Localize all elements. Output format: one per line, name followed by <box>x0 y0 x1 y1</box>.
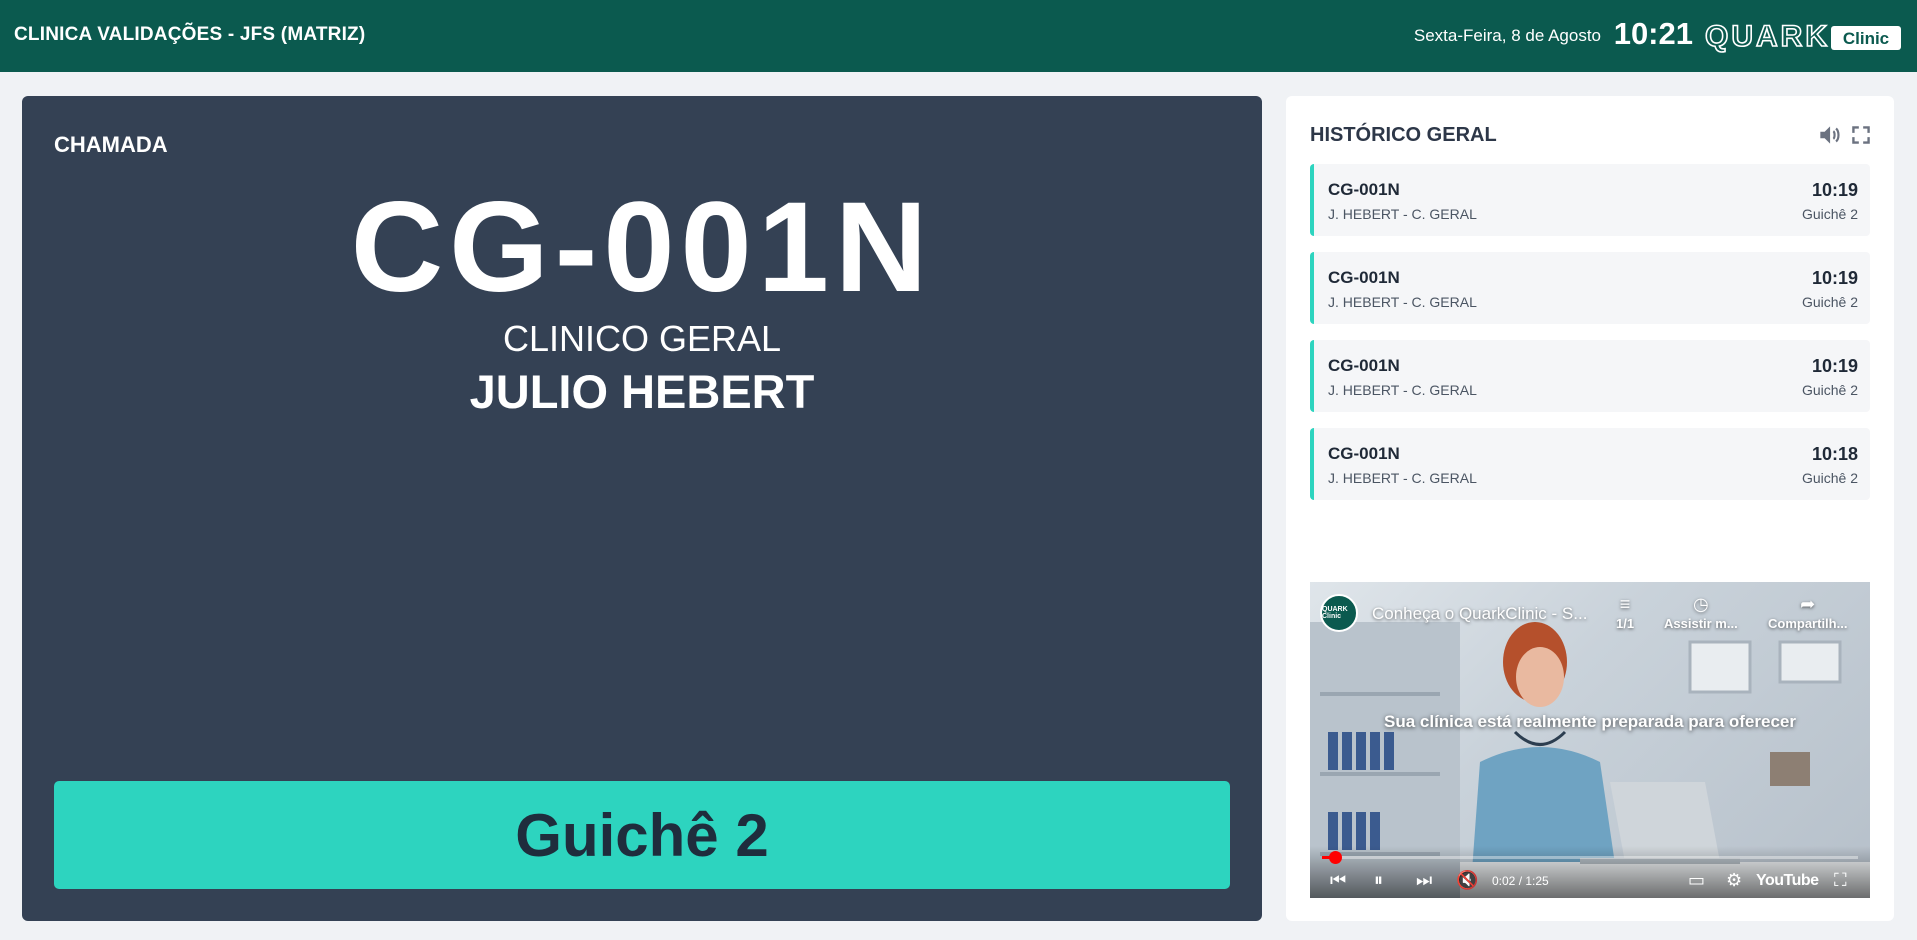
fullscreen-icon[interactable] <box>1848 122 1874 148</box>
clock-icon: ◷ <box>1692 594 1709 614</box>
video-caption: Sua clínica está realmente preparada par… <box>1384 712 1796 731</box>
history-time: 10:19 <box>1811 356 1858 376</box>
history-ticket: CG-001N <box>1328 180 1400 199</box>
video-fullscreen-icon[interactable]: ⛶ <box>1834 870 1847 891</box>
history-time: 10:19 <box>1811 268 1858 288</box>
service-name: CLINICO GERAL <box>502 318 782 359</box>
playlist-label: 1/1 <box>1616 616 1635 631</box>
share-icon: ➦ <box>1800 594 1816 614</box>
playlist-button[interactable]: ≡ 1/1 <box>1616 594 1634 631</box>
history-time: 10:18 <box>1811 444 1858 464</box>
history-panel: HISTÓRICO GERAL CG-001N J. HEBERT - C. G… <box>1286 96 1894 921</box>
history-list: CG-001N J. HEBERT - C. GERAL 10:19 Guich… <box>1310 164 1870 516</box>
video-title[interactable]: Conheça o QuarkClinic - S... <box>1372 604 1587 624</box>
current-ticket-number: CG-001N <box>350 176 934 319</box>
playlist-icon: ≡ <box>1619 594 1631 614</box>
history-ticket: CG-001N <box>1328 268 1400 287</box>
history-item: CG-001N J. HEBERT - C. GERAL 10:19 Guich… <box>1310 164 1870 236</box>
history-desk: Guichê 2 <box>1801 382 1858 398</box>
channel-badge-text: QUARK Clinic <box>1322 606 1348 620</box>
call-label: CHAMADA <box>54 132 168 157</box>
volume-icon[interactable] <box>1816 122 1842 148</box>
settings-icon[interactable]: ⚙ <box>1726 870 1742 891</box>
desk-banner: Guichê 2 <box>54 781 1230 889</box>
history-item: CG-001N J. HEBERT - C. GERAL 10:19 Guich… <box>1310 252 1870 324</box>
youtube-logo[interactable]: YouTube <box>1756 872 1819 890</box>
logo-text: QUARK <box>1705 20 1830 53</box>
header-date: Sexta-Feira, 8 de Agosto <box>1413 26 1601 45</box>
history-desk: Guichê 2 <box>1801 470 1858 486</box>
history-description: J. HEBERT - C. GERAL <box>1328 206 1477 222</box>
history-title: HISTÓRICO GERAL <box>1310 124 1497 146</box>
pause-icon[interactable]: ⏸ <box>1374 870 1383 891</box>
desk-label: Guichê 2 <box>515 801 769 869</box>
history-item: CG-001N J. HEBERT - C. GERAL 10:18 Guich… <box>1310 428 1870 500</box>
quarkclinic-logo: QUARK Clinic <box>1704 19 1901 54</box>
history-description: J. HEBERT - C. GERAL <box>1328 294 1477 310</box>
current-call-panel: CHAMADA CG-001N CLINICO GERAL JULIO HEBE… <box>22 96 1262 921</box>
professional-name: JULIO HEBERT <box>469 365 815 418</box>
logo-sub: Clinic <box>1843 29 1889 48</box>
share-label: Compartilh... <box>1768 616 1848 631</box>
subtitles-icon[interactable]: ▭ <box>1688 870 1705 891</box>
watch-later-button[interactable]: ◷ Assistir m... <box>1664 594 1738 631</box>
history-description: J. HEBERT - C. GERAL <box>1328 470 1477 486</box>
video-time: 0:02 / 1:25 <box>1492 874 1549 888</box>
clinic-name: CLINICA VALIDAÇÕES - JFS (MATRIZ) <box>14 24 366 45</box>
history-desk: Guichê 2 <box>1801 294 1858 310</box>
progress-bar[interactable] <box>1322 851 1858 864</box>
header-clock: 10:21 <box>1613 16 1693 51</box>
channel-avatar[interactable]: QUARK Clinic <box>1320 594 1358 632</box>
history-time: 10:19 <box>1811 180 1858 200</box>
history-ticket: CG-001N <box>1328 444 1400 463</box>
top-header: CLINICA VALIDAÇÕES - JFS (MATRIZ) Sexta-… <box>0 0 1917 72</box>
share-button[interactable]: ➦ Compartilh... <box>1768 594 1847 631</box>
watch-later-label: Assistir m... <box>1664 616 1738 631</box>
video-player[interactable]: QUARK Clinic Conheça o QuarkClinic - S..… <box>1310 582 1870 898</box>
history-ticket: CG-001N <box>1328 356 1400 375</box>
mute-icon[interactable]: 🔇 <box>1456 870 1478 891</box>
history-desk: Guichê 2 <box>1801 206 1858 222</box>
history-item: CG-001N J. HEBERT - C. GERAL 10:19 Guich… <box>1310 340 1870 412</box>
progress-scrubber[interactable] <box>1328 851 1342 864</box>
previous-icon[interactable]: ⏮ <box>1330 870 1346 891</box>
next-icon[interactable]: ⏭ <box>1416 870 1432 891</box>
video-controls: ⏮ ⏸ ⏭ 🔇 0:02 / 1:25 ▭ ⚙ YouTube ⛶ <box>1310 846 1870 898</box>
history-description: J. HEBERT - C. GERAL <box>1328 382 1477 398</box>
